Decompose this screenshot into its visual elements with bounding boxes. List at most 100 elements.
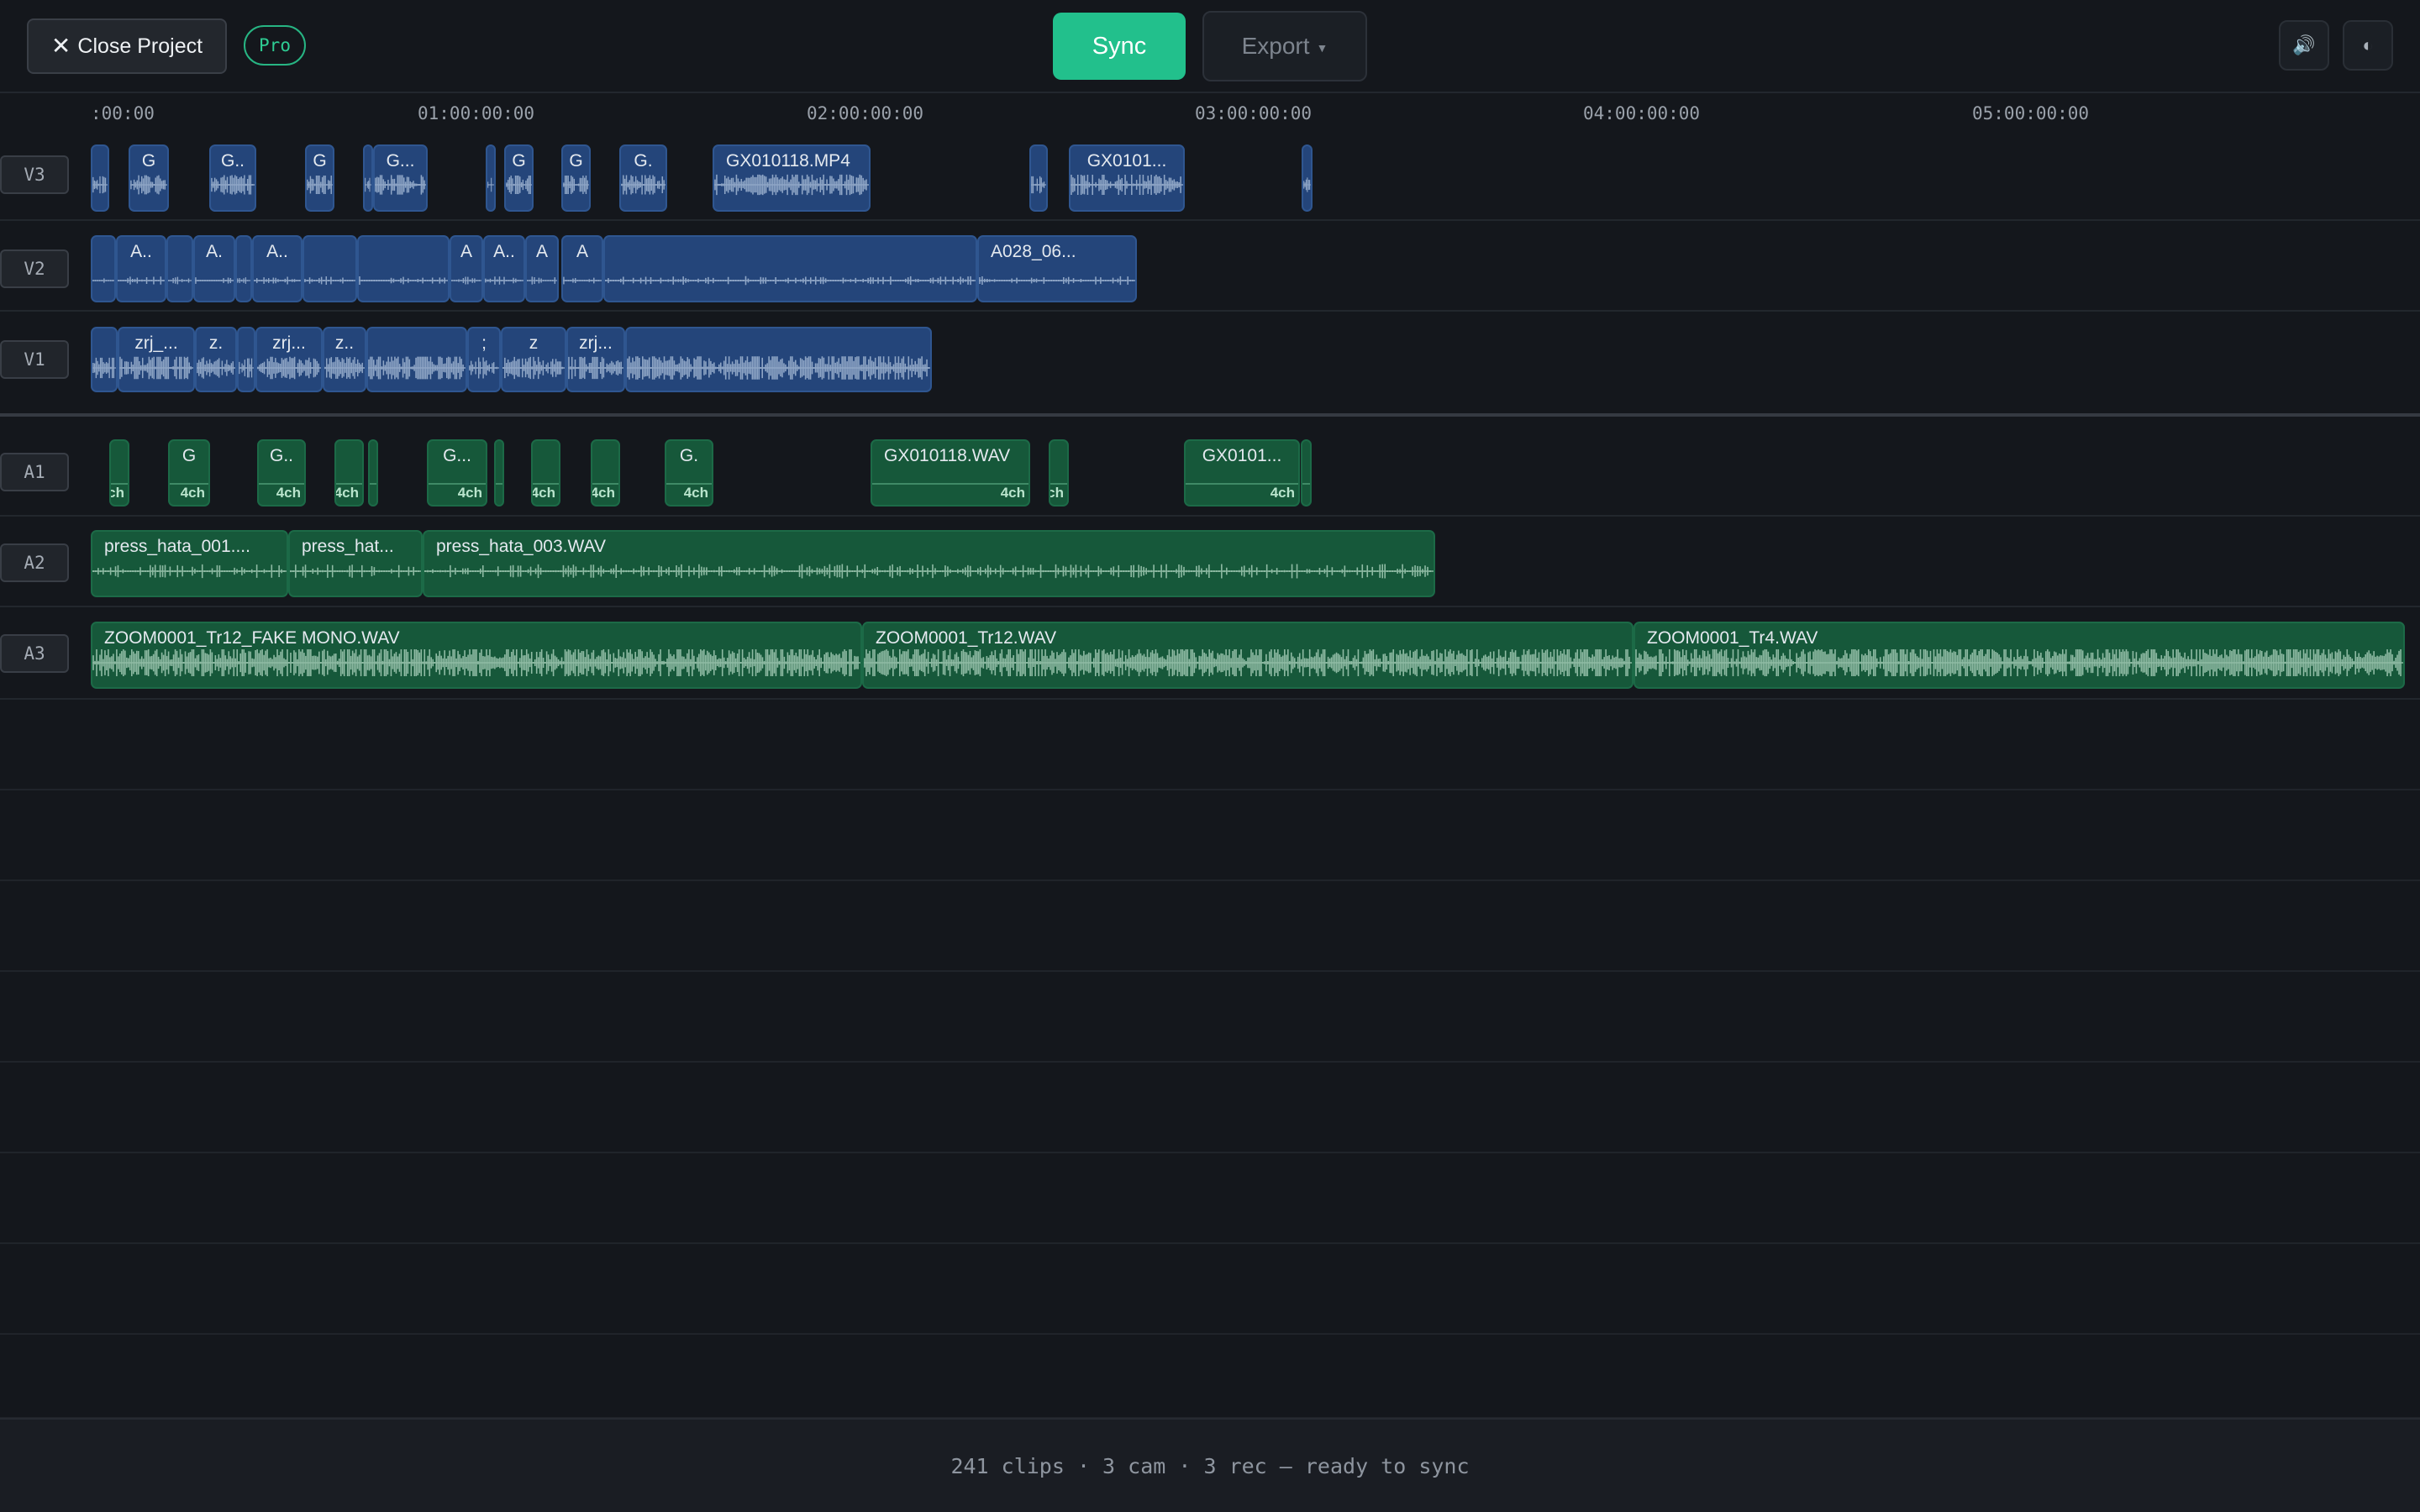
theme-toggle-button[interactable]: ◐ xyxy=(2343,20,2393,71)
audio-clip-a2[interactable]: press_hata_003.WAV xyxy=(423,530,1435,597)
video-clip-v2[interactable] xyxy=(91,235,116,302)
video-clip-v3[interactable] xyxy=(1029,144,1048,212)
video-clip-v1[interactable]: z.. xyxy=(323,327,366,392)
audio-clip-a1[interactable]: 4ch xyxy=(591,439,620,507)
video-clip-v3[interactable] xyxy=(1302,144,1313,212)
video-clip-v1[interactable]: z. xyxy=(195,327,237,392)
clip-label: G. xyxy=(679,446,699,465)
clip-label: A xyxy=(535,242,548,261)
audio-clip-a2[interactable]: press_hat... xyxy=(288,530,423,597)
audio-clip-a3[interactable]: ZOOM0001_Tr12.WAV xyxy=(862,622,1634,689)
video-clip-v1[interactable]: z xyxy=(501,327,566,392)
video-clip-v2[interactable]: A.. xyxy=(116,235,166,302)
video-clip-v2[interactable]: A xyxy=(525,235,559,302)
audio-clip-a1[interactable]: 4ch xyxy=(531,439,560,507)
video-clip-v3[interactable]: GX0101... xyxy=(1069,144,1185,212)
video-clip-v2[interactable] xyxy=(302,235,357,302)
waveform xyxy=(527,276,557,285)
waveform xyxy=(714,174,869,196)
channel-count: 4ch xyxy=(457,485,482,501)
audio-clip-a1[interactable] xyxy=(1301,439,1312,507)
video-clip-v3[interactable]: G xyxy=(129,144,169,212)
audio-clip-a1[interactable]: GX0101... 4ch xyxy=(1184,439,1300,507)
audio-clip-a3[interactable]: ZOOM0001_Tr4.WAV xyxy=(1634,622,2405,689)
audio-clip-a1[interactable]: G... 4ch xyxy=(427,439,487,507)
video-clip-v1[interactable] xyxy=(91,327,118,392)
close-icon: ✕ xyxy=(50,33,71,59)
track-label-v3[interactable]: V3 xyxy=(0,155,69,194)
waveform xyxy=(211,175,255,195)
track-label-a2[interactable]: A2 xyxy=(0,543,69,582)
audio-clip-a1[interactable]: 4ch xyxy=(334,439,364,507)
video-clip-v1[interactable]: zrj... xyxy=(566,327,625,392)
video-clip-v3[interactable]: G xyxy=(504,144,534,212)
video-clip-v2[interactable]: A. xyxy=(193,235,235,302)
clip-label: GX010118.MP4 xyxy=(726,151,850,171)
video-clip-v3[interactable] xyxy=(486,144,496,212)
clip-label: GX010118.WAV xyxy=(884,446,1011,465)
chevron-down-icon: ▼ xyxy=(1316,41,1328,55)
track-label-v2[interactable]: V2 xyxy=(0,249,69,288)
video-clip-v1[interactable]: zrj_... xyxy=(118,327,195,392)
video-clip-v2[interactable] xyxy=(357,235,450,302)
video-clip-v1[interactable] xyxy=(237,327,255,392)
video-clip-v3[interactable] xyxy=(363,144,373,212)
video-clip-v3[interactable]: GX010118.MP4 xyxy=(713,144,871,212)
video-clip-v2[interactable] xyxy=(235,235,252,302)
speaker-icon: 🔊 xyxy=(2292,34,2316,55)
close-project-button[interactable]: ✕ Close Project xyxy=(27,18,227,74)
video-clip-v3[interactable]: G xyxy=(561,144,591,212)
video-clip-v2[interactable]: A028_06... xyxy=(977,235,1137,302)
video-clip-v1[interactable] xyxy=(625,327,932,392)
timeline-ruler[interactable]: :00:00 01:00:00:00 02:00:00:00 03:00:00:… xyxy=(0,95,2420,139)
channel-count: 4ch xyxy=(334,485,359,501)
video-clip-v3[interactable]: G.. xyxy=(209,144,256,212)
channel-count: 4ch xyxy=(591,485,615,501)
channel-divider xyxy=(496,483,502,485)
audio-clip-a1[interactable]: G 4ch xyxy=(168,439,210,507)
waveform xyxy=(1031,176,1046,194)
sync-button[interactable]: Sync xyxy=(1053,13,1186,80)
export-dropdown-button[interactable]: Export ▼ xyxy=(1202,11,1367,81)
audio-clip-a3[interactable]: ZOOM0001_Tr12_FAKE MONO.WAV xyxy=(91,622,862,689)
volume-button[interactable]: 🔊 xyxy=(2279,20,2329,71)
waveform xyxy=(375,175,426,195)
ruler-tick: 04:00:00:00 xyxy=(1583,103,1701,123)
audio-clip-a1[interactable]: G.. 4ch xyxy=(257,439,306,507)
audio-clip-a2[interactable]: press_hata_001.... xyxy=(91,530,288,597)
waveform xyxy=(119,356,193,380)
waveform xyxy=(568,356,623,380)
video-clip-v1[interactable] xyxy=(366,327,467,392)
track-label-a3[interactable]: A3 xyxy=(0,634,69,673)
video-clip-v2[interactable] xyxy=(603,235,977,302)
track-label-v1[interactable]: V1 xyxy=(0,340,69,379)
clip-label: A xyxy=(460,242,472,261)
clip-label: zrj... xyxy=(272,333,306,353)
clip-label: A.. xyxy=(266,242,288,261)
channel-count: 4ch xyxy=(531,485,555,501)
video-clip-v3[interactable]: G xyxy=(305,144,334,212)
video-clip-v2[interactable]: A.. xyxy=(483,235,525,302)
audio-clip-a1[interactable]: G. 4ch xyxy=(665,439,713,507)
video-clip-v3[interactable]: G. xyxy=(619,144,667,212)
video-clip-v1[interactable]: ; xyxy=(467,327,501,392)
video-clip-v1[interactable]: zrj... xyxy=(255,327,323,392)
clip-label: G xyxy=(141,151,156,171)
clip-label: ZOOM0001_Tr4.WAV xyxy=(1647,628,1818,648)
audio-clip-a1[interactable]: ch xyxy=(109,439,129,507)
video-clip-v2[interactable] xyxy=(166,235,193,302)
video-clip-v3[interactable] xyxy=(91,144,109,212)
video-clip-v2[interactable]: A.. xyxy=(252,235,302,302)
video-clip-v2[interactable]: A xyxy=(561,235,603,302)
video-clip-v2[interactable]: A xyxy=(450,235,483,302)
waveform xyxy=(451,276,481,285)
audio-clip-a1[interactable] xyxy=(368,439,378,507)
waveform xyxy=(365,177,371,192)
clip-label: press_hata_003.WAV xyxy=(436,537,606,556)
video-clip-v3[interactable]: G... xyxy=(373,144,428,212)
audio-clip-a1[interactable] xyxy=(494,439,504,507)
track-label-a1[interactable]: A1 xyxy=(0,453,69,491)
audio-clip-a1[interactable]: GX010118.WAV 4ch xyxy=(871,439,1030,507)
audio-clip-a1[interactable]: ch xyxy=(1049,439,1069,507)
export-label: Export xyxy=(1241,33,1310,59)
